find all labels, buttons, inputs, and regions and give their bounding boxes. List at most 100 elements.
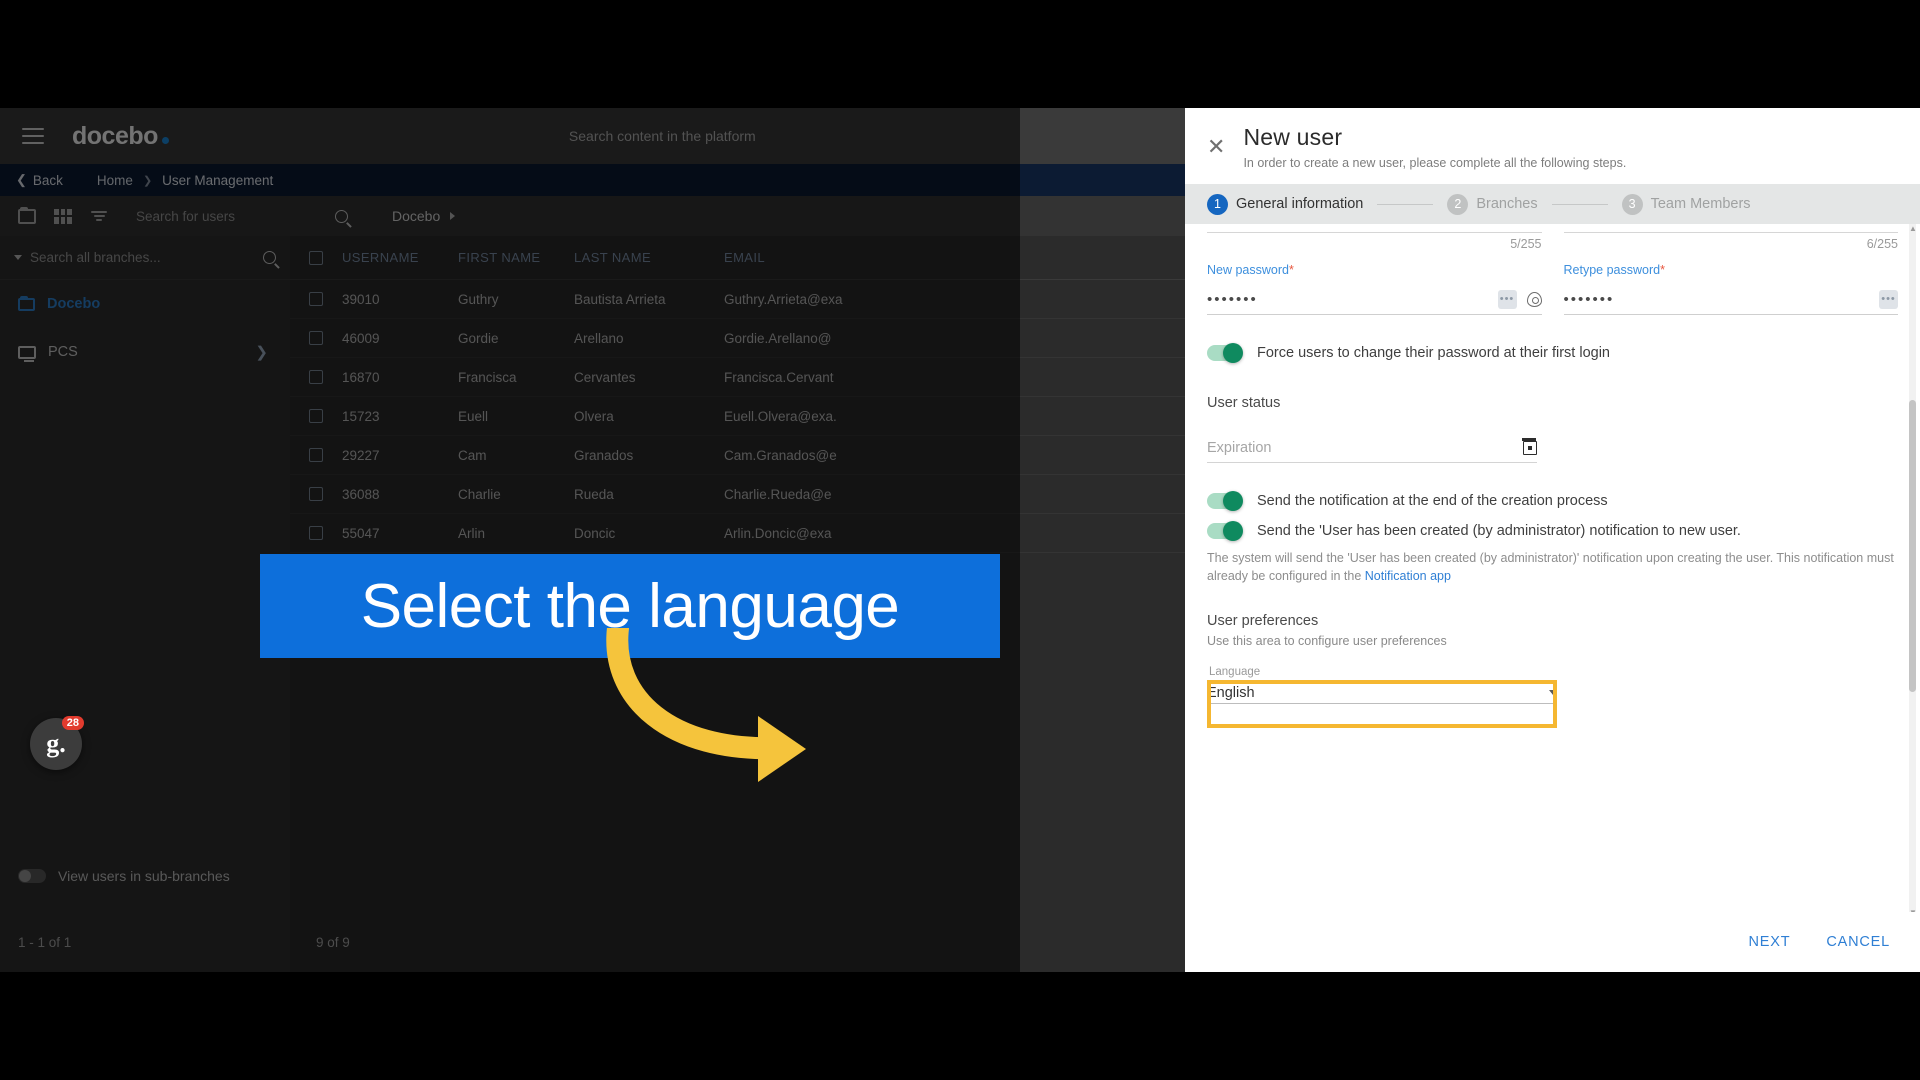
row-checkbox[interactable] — [309, 526, 323, 540]
user-preferences-subtitle: Use this area to configure user preferen… — [1207, 634, 1447, 649]
column-first-name[interactable]: FIRST NAME — [458, 250, 574, 265]
user-created-notification-row[interactable]: Send the 'User has been created (by admi… — [1207, 521, 1898, 541]
cell-email: Guthry.Arrieta@exa — [724, 291, 843, 307]
row-checkbox[interactable] — [309, 331, 323, 345]
step-team-members[interactable]: 3 Team Members — [1621, 193, 1751, 215]
cell-email: Arlin.Doncic@exa — [724, 525, 832, 541]
branch-search-input[interactable]: Search all branches... — [0, 236, 290, 280]
send-notification-toggle[interactable] — [1207, 491, 1243, 511]
row-checkbox[interactable] — [309, 409, 323, 423]
retype-password-field[interactable]: Retype password* ••••••• ••• — [1563, 263, 1898, 315]
row-checkbox[interactable] — [309, 487, 323, 501]
folder-icon — [18, 295, 35, 311]
required-marker: * — [1288, 263, 1294, 277]
row-checkbox[interactable] — [309, 370, 323, 384]
cell-first-name: Gordie — [458, 330, 499, 346]
column-last-name[interactable]: LAST NAME — [574, 250, 724, 265]
row-checkbox[interactable] — [309, 448, 323, 462]
calendar-icon[interactable] — [1522, 437, 1537, 455]
expiration-placeholder: Expiration — [1207, 439, 1272, 456]
cell-username: 16870 — [342, 369, 380, 385]
step-general-information[interactable]: 1 General information — [1207, 193, 1363, 215]
cell-last-name: Olvera — [574, 408, 614, 424]
chevron-down-icon — [14, 255, 22, 260]
username-field-tail: 5/255 — [1207, 232, 1542, 251]
step-connector — [1377, 203, 1434, 205]
cell-first-name: Francisca — [458, 369, 517, 385]
tree-item-pcs[interactable]: PCS ❯ — [0, 328, 290, 376]
cell-first-name: Charlie — [458, 486, 501, 502]
org-label: Docebo — [392, 208, 441, 224]
dialog-title: New user — [1243, 124, 1343, 150]
org-chart-selector[interactable]: Docebo — [392, 208, 456, 224]
computer-icon — [18, 345, 36, 362]
badge-count: 28 — [61, 716, 84, 730]
chevron-down-icon — [1549, 690, 1557, 696]
new-password-input[interactable]: ••••••• ••• — [1207, 285, 1542, 315]
expiration-date-input[interactable]: Expiration — [1207, 433, 1537, 463]
send-notification-row[interactable]: Send the notification at the end of the … — [1207, 491, 1898, 511]
user-search-input[interactable]: Search for users — [136, 209, 348, 224]
folder-view-icon[interactable] — [18, 206, 36, 224]
cell-last-name: Arellano — [574, 330, 624, 346]
cell-email: Gordie.Arellano@ — [724, 330, 832, 346]
tree-item-docebo[interactable]: Docebo — [0, 280, 290, 328]
step-number: 2 — [1447, 193, 1469, 215]
menu-icon[interactable] — [22, 128, 44, 144]
email-char-counter: 6/255 — [1866, 237, 1898, 251]
language-selected-value: English — [1207, 684, 1255, 701]
cell-username: 29227 — [342, 447, 380, 463]
language-field-wrapper: Language English — [1207, 666, 1557, 729]
email-field-tail: 6/255 — [1563, 232, 1898, 251]
tree-item-label: PCS — [48, 344, 78, 360]
scroll-down-arrow-icon[interactable]: ▼ — [1909, 908, 1917, 912]
generate-password-icon[interactable]: ••• — [1879, 290, 1898, 309]
field-underline — [1207, 232, 1542, 233]
generate-password-icon[interactable]: ••• — [1497, 290, 1517, 309]
sub-branch-toggle-row[interactable]: View users in sub-branches — [0, 854, 290, 898]
select-all-checkbox[interactable] — [309, 250, 323, 265]
notification-app-link[interactable]: Notification app — [1365, 569, 1451, 583]
step-branches[interactable]: 2 Branches — [1447, 193, 1538, 215]
scrollbar-thumb[interactable] — [1909, 400, 1916, 692]
retype-password-value: ••••••• — [1563, 291, 1615, 308]
back-button[interactable]: ❮ Back — [16, 172, 63, 188]
eye-icon[interactable] — [1526, 292, 1542, 307]
dialog-body: 5/255 6/255 New password* ••••••• ••• Re… — [1185, 224, 1920, 912]
grid-view-icon[interactable] — [54, 208, 72, 224]
row-checkbox[interactable] — [309, 292, 323, 306]
notification-help-body: The system will send the 'User has been … — [1207, 551, 1894, 584]
back-label: Back — [32, 172, 63, 188]
username-char-counter: 5/255 — [1510, 237, 1542, 251]
dialog-header: ✕ New user In order to create a new user… — [1185, 108, 1920, 184]
new-password-label-text: New password — [1207, 263, 1289, 277]
screen-root: docebo Search content in the platform ❮ … — [0, 0, 1920, 1080]
next-button[interactable]: NEXT — [1749, 934, 1791, 950]
application-window: docebo Search content in the platform ❮ … — [0, 108, 1920, 972]
close-icon[interactable]: ✕ — [1207, 136, 1225, 158]
step-label: Branches — [1476, 196, 1538, 212]
sub-branch-toggle[interactable] — [18, 869, 46, 883]
new-password-field[interactable]: New password* ••••••• ••• — [1207, 263, 1542, 315]
user-created-notification-toggle[interactable] — [1207, 521, 1243, 541]
dialog-scrollbar[interactable]: ▲ ▼ — [1909, 224, 1917, 912]
column-username[interactable]: USERNAME — [342, 250, 458, 265]
new-user-dialog: ✕ New user In order to create a new user… — [1185, 108, 1920, 972]
search-icon — [335, 209, 348, 223]
docebo-logo[interactable]: docebo — [72, 122, 169, 151]
column-email[interactable]: EMAIL — [724, 250, 1024, 265]
cell-username: 39010 — [342, 291, 380, 307]
cancel-button[interactable]: CANCEL — [1826, 934, 1890, 950]
filter-icon[interactable] — [90, 209, 108, 224]
force-password-change-row[interactable]: Force users to change their password at … — [1207, 343, 1898, 363]
global-search-input[interactable]: Search content in the platform — [569, 128, 756, 144]
retype-password-input[interactable]: ••••••• ••• — [1563, 285, 1898, 315]
send-notification-label: Send the notification at the end of the … — [1257, 493, 1608, 509]
force-password-change-toggle[interactable] — [1207, 343, 1243, 363]
scroll-up-arrow-icon[interactable]: ▲ — [1909, 224, 1917, 234]
breadcrumb-home[interactable]: Home — [97, 173, 133, 188]
force-password-change-label: Force users to change their password at … — [1257, 345, 1610, 361]
brand-dot-icon — [161, 136, 169, 144]
recorder-badge[interactable]: g. 28 — [30, 716, 84, 770]
chevron-right-icon[interactable]: ❯ — [255, 343, 268, 361]
